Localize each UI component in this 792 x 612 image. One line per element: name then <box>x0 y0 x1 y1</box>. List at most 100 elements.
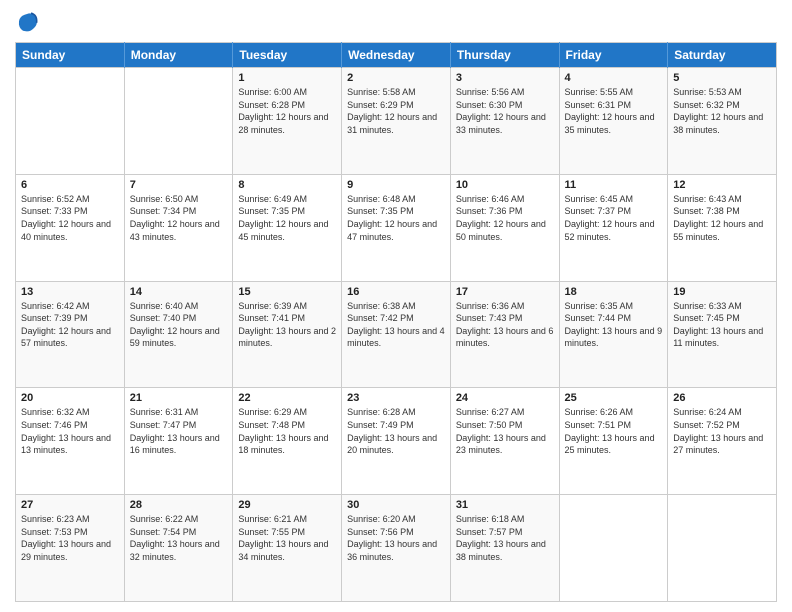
logo <box>15 10 43 34</box>
calendar-cell: 16 Sunrise: 6:38 AMSunset: 7:42 PMDayligh… <box>342 281 451 388</box>
day-number: 27 <box>21 499 119 511</box>
day-detail: Sunrise: 6:32 AMSunset: 7:46 PMDaylight:… <box>21 406 119 456</box>
week-row-2: 13 Sunrise: 6:42 AMSunset: 7:39 PMDayligh… <box>16 281 777 388</box>
day-detail: Sunrise: 5:55 AMSunset: 6:31 PMDaylight:… <box>565 86 663 136</box>
day-detail: Sunrise: 6:26 AMSunset: 7:51 PMDaylight:… <box>565 406 663 456</box>
day-detail: Sunrise: 6:36 AMSunset: 7:43 PMDaylight:… <box>456 300 554 350</box>
calendar-cell: 19 Sunrise: 6:33 AMSunset: 7:45 PMDayligh… <box>668 281 777 388</box>
day-detail: Sunrise: 6:49 AMSunset: 7:35 PMDaylight:… <box>238 193 336 243</box>
day-number: 16 <box>347 286 445 298</box>
day-detail: Sunrise: 5:56 AMSunset: 6:30 PMDaylight:… <box>456 86 554 136</box>
weekday-header-friday: Friday <box>559 43 668 68</box>
calendar-cell: 29Sunrise: 6:21 AMSunset: 7:55 PMDayligh… <box>233 495 342 602</box>
calendar-cell: 4 Sunrise: 5:55 AMSunset: 6:31 PMDaylight… <box>559 68 668 175</box>
calendar-cell: 6 Sunrise: 6:52 AMSunset: 7:33 PMDaylight… <box>16 174 125 281</box>
weekday-header-thursday: Thursday <box>450 43 559 68</box>
day-detail: Sunrise: 6:45 AMSunset: 7:37 PMDaylight:… <box>565 193 663 243</box>
day-detail: Sunrise: 6:20 AMSunset: 7:56 PMDaylight:… <box>347 513 445 563</box>
day-number: 3 <box>456 72 554 84</box>
day-detail: Sunrise: 6:52 AMSunset: 7:33 PMDaylight:… <box>21 193 119 243</box>
day-number: 11 <box>565 179 663 191</box>
calendar-cell: 22 Sunrise: 6:29 AMSunset: 7:48 PMDayligh… <box>233 388 342 495</box>
week-row-1: 6 Sunrise: 6:52 AMSunset: 7:33 PMDaylight… <box>16 174 777 281</box>
calendar-cell: 10Sunrise: 6:46 AMSunset: 7:36 PMDayligh… <box>450 174 559 281</box>
weekday-header-tuesday: Tuesday <box>233 43 342 68</box>
day-number: 24 <box>456 392 554 404</box>
calendar-cell <box>668 495 777 602</box>
day-number: 21 <box>130 392 228 404</box>
calendar-cell: 27Sunrise: 6:23 AMSunset: 7:53 PMDayligh… <box>16 495 125 602</box>
day-detail: Sunrise: 6:48 AMSunset: 7:35 PMDaylight:… <box>347 193 445 243</box>
weekday-header-wednesday: Wednesday <box>342 43 451 68</box>
calendar-cell: 2 Sunrise: 5:58 AMSunset: 6:29 PMDaylight… <box>342 68 451 175</box>
calendar-cell: 5Sunrise: 5:53 AMSunset: 6:32 PMDaylight… <box>668 68 777 175</box>
calendar-cell: 26Sunrise: 6:24 AMSunset: 7:52 PMDayligh… <box>668 388 777 495</box>
day-number: 8 <box>238 179 336 191</box>
day-number: 31 <box>456 499 554 511</box>
day-detail: Sunrise: 6:38 AMSunset: 7:42 PMDaylight:… <box>347 300 445 350</box>
calendar-cell: 18 Sunrise: 6:35 AMSunset: 7:44 PMDayligh… <box>559 281 668 388</box>
day-number: 6 <box>21 179 119 191</box>
day-detail: Sunrise: 6:39 AMSunset: 7:41 PMDaylight:… <box>238 300 336 350</box>
day-number: 4 <box>565 72 663 84</box>
day-detail: Sunrise: 5:53 AMSunset: 6:32 PMDaylight:… <box>673 86 771 136</box>
calendar-cell: 3 Sunrise: 5:56 AMSunset: 6:30 PMDaylight… <box>450 68 559 175</box>
day-number: 14 <box>130 286 228 298</box>
day-number: 29 <box>238 499 336 511</box>
day-detail: Sunrise: 6:28 AMSunset: 7:49 PMDaylight:… <box>347 406 445 456</box>
calendar-cell: 25 Sunrise: 6:26 AMSunset: 7:51 PMDayligh… <box>559 388 668 495</box>
calendar-cell: 14Sunrise: 6:40 AMSunset: 7:40 PMDayligh… <box>124 281 233 388</box>
day-detail: Sunrise: 6:42 AMSunset: 7:39 PMDaylight:… <box>21 300 119 350</box>
calendar-cell: 9 Sunrise: 6:48 AMSunset: 7:35 PMDaylight… <box>342 174 451 281</box>
day-detail: Sunrise: 6:00 AMSunset: 6:28 PMDaylight:… <box>238 86 336 136</box>
day-number: 12 <box>673 179 771 191</box>
week-row-0: 1 Sunrise: 6:00 AMSunset: 6:28 PMDaylight… <box>16 68 777 175</box>
calendar-cell: 28 Sunrise: 6:22 AMSunset: 7:54 PMDayligh… <box>124 495 233 602</box>
day-detail: Sunrise: 6:31 AMSunset: 7:47 PMDaylight:… <box>130 406 228 456</box>
day-detail: Sunrise: 6:22 AMSunset: 7:54 PMDaylight:… <box>130 513 228 563</box>
day-number: 22 <box>238 392 336 404</box>
day-number: 15 <box>238 286 336 298</box>
day-number: 17 <box>456 286 554 298</box>
day-number: 26 <box>673 392 771 404</box>
weekday-header-monday: Monday <box>124 43 233 68</box>
calendar-cell: 20 Sunrise: 6:32 AMSunset: 7:46 PMDayligh… <box>16 388 125 495</box>
calendar-cell <box>16 68 125 175</box>
day-number: 25 <box>565 392 663 404</box>
day-detail: Sunrise: 6:18 AMSunset: 7:57 PMDaylight:… <box>456 513 554 563</box>
calendar-cell: 8 Sunrise: 6:49 AMSunset: 7:35 PMDaylight… <box>233 174 342 281</box>
calendar-cell: 21 Sunrise: 6:31 AMSunset: 7:47 PMDayligh… <box>124 388 233 495</box>
day-detail: Sunrise: 6:29 AMSunset: 7:48 PMDaylight:… <box>238 406 336 456</box>
day-number: 10 <box>456 179 554 191</box>
day-number: 20 <box>21 392 119 404</box>
weekday-header-saturday: Saturday <box>668 43 777 68</box>
day-number: 7 <box>130 179 228 191</box>
day-number: 2 <box>347 72 445 84</box>
day-detail: Sunrise: 6:33 AMSunset: 7:45 PMDaylight:… <box>673 300 771 350</box>
day-number: 23 <box>347 392 445 404</box>
calendar-cell: 17 Sunrise: 6:36 AMSunset: 7:43 PMDayligh… <box>450 281 559 388</box>
day-detail: Sunrise: 6:27 AMSunset: 7:50 PMDaylight:… <box>456 406 554 456</box>
day-number: 9 <box>347 179 445 191</box>
day-number: 18 <box>565 286 663 298</box>
header <box>15 10 777 34</box>
day-number: 1 <box>238 72 336 84</box>
calendar-cell <box>559 495 668 602</box>
day-number: 13 <box>21 286 119 298</box>
calendar-cell: 31 Sunrise: 6:18 AMSunset: 7:57 PMDayligh… <box>450 495 559 602</box>
logo-icon <box>15 10 39 34</box>
calendar-cell: 11 Sunrise: 6:45 AMSunset: 7:37 PMDayligh… <box>559 174 668 281</box>
page: SundayMondayTuesdayWednesdayThursdayFrid… <box>0 0 792 612</box>
calendar-cell: 1 Sunrise: 6:00 AMSunset: 6:28 PMDaylight… <box>233 68 342 175</box>
day-detail: Sunrise: 5:58 AMSunset: 6:29 PMDaylight:… <box>347 86 445 136</box>
calendar-cell <box>124 68 233 175</box>
week-row-4: 27Sunrise: 6:23 AMSunset: 7:53 PMDayligh… <box>16 495 777 602</box>
calendar-cell: 15 Sunrise: 6:39 AMSunset: 7:41 PMDayligh… <box>233 281 342 388</box>
day-number: 19 <box>673 286 771 298</box>
calendar-table: SundayMondayTuesdayWednesdayThursdayFrid… <box>15 42 777 602</box>
calendar-cell: 13 Sunrise: 6:42 AMSunset: 7:39 PMDayligh… <box>16 281 125 388</box>
weekday-header-row: SundayMondayTuesdayWednesdayThursdayFrid… <box>16 43 777 68</box>
day-number: 28 <box>130 499 228 511</box>
day-detail: Sunrise: 6:35 AMSunset: 7:44 PMDaylight:… <box>565 300 663 350</box>
day-detail: Sunrise: 6:50 AMSunset: 7:34 PMDaylight:… <box>130 193 228 243</box>
